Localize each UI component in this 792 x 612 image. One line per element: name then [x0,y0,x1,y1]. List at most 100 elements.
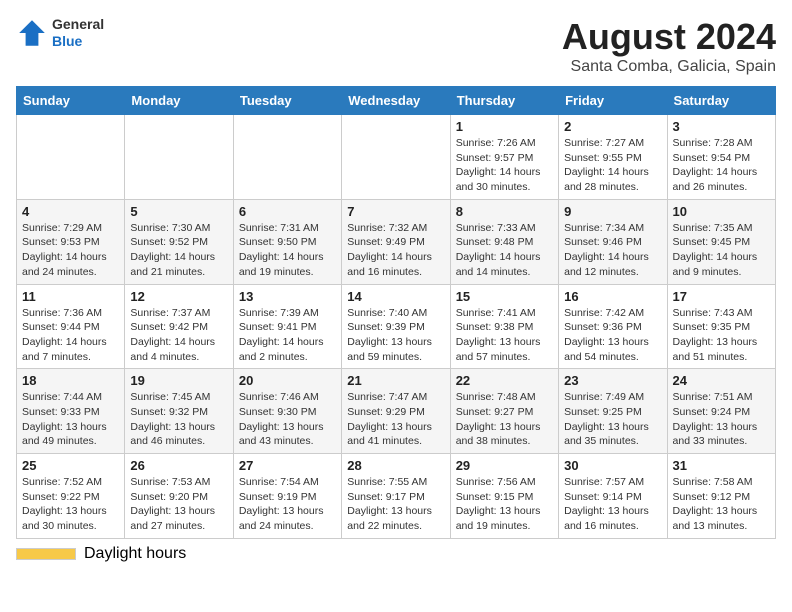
calendar-cell: 19 Sunrise: 7:45 AMSunset: 9:32 PMDayligh… [125,369,233,454]
calendar-cell: 23 Sunrise: 7:49 AMSunset: 9:25 PMDayligh… [559,369,667,454]
day-info: Sunrise: 7:41 AMSunset: 9:38 PMDaylight:… [456,306,553,365]
calendar-cell [17,115,125,200]
calendar-dow-friday: Friday [559,87,667,115]
header: General Blue August 2024 Santa Comba, Ga… [16,16,776,76]
day-info: Sunrise: 7:37 AMSunset: 9:42 PMDaylight:… [130,306,227,365]
daylight-bar-icon [16,548,76,560]
day-info: Sunrise: 7:56 AMSunset: 9:15 PMDaylight:… [456,475,553,534]
day-number: 23 [564,373,661,388]
calendar-title: August 2024 [562,16,776,58]
day-number: 1 [456,119,553,134]
day-number: 28 [347,458,444,473]
calendar-dow-sunday: Sunday [17,87,125,115]
calendar-cell: 30 Sunrise: 7:57 AMSunset: 9:14 PMDayligh… [559,454,667,539]
day-info: Sunrise: 7:43 AMSunset: 9:35 PMDaylight:… [673,306,770,365]
day-number: 5 [130,204,227,219]
logo-text: General Blue [52,16,104,50]
day-info: Sunrise: 7:49 AMSunset: 9:25 PMDaylight:… [564,390,661,449]
day-info: Sunrise: 7:54 AMSunset: 9:19 PMDaylight:… [239,475,336,534]
calendar-subtitle: Santa Comba, Galicia, Spain [562,58,776,76]
calendar-cell: 18Sunrise: 7:44 AMSunset: 9:33 PMDayligh… [17,369,125,454]
day-info: Sunrise: 7:58 AMSunset: 9:12 PMDaylight:… [673,475,770,534]
day-number: 12 [130,289,227,304]
calendar-header-row: SundayMondayTuesdayWednesdayThursdayFrid… [17,87,776,115]
calendar-cell: 17 Sunrise: 7:43 AMSunset: 9:35 PMDayligh… [667,284,775,369]
calendar-cell: 31Sunrise: 7:58 AMSunset: 9:12 PMDayligh… [667,454,775,539]
calendar-cell: 5 Sunrise: 7:30 AMSunset: 9:52 PMDaylight… [125,199,233,284]
calendar-cell: 25 Sunrise: 7:52 AMSunset: 9:22 PMDayligh… [17,454,125,539]
day-number: 7 [347,204,444,219]
calendar-cell: 24 Sunrise: 7:51 AMSunset: 9:24 PMDayligh… [667,369,775,454]
day-info: Sunrise: 7:47 AMSunset: 9:29 PMDaylight:… [347,390,444,449]
calendar-dow-saturday: Saturday [667,87,775,115]
logo-blue: Blue [52,33,104,50]
calendar-cell: 20Sunrise: 7:46 AMSunset: 9:30 PMDayligh… [233,369,341,454]
day-info: Sunrise: 7:26 AMSunset: 9:57 PMDaylight:… [456,136,553,195]
calendar-cell: 13 Sunrise: 7:39 AMSunset: 9:41 PMDayligh… [233,284,341,369]
day-info: Sunrise: 7:34 AMSunset: 9:46 PMDaylight:… [564,221,661,280]
calendar-cell: 14 Sunrise: 7:40 AMSunset: 9:39 PMDayligh… [342,284,450,369]
calendar-cell: 21 Sunrise: 7:47 AMSunset: 9:29 PMDayligh… [342,369,450,454]
day-info: Sunrise: 7:42 AMSunset: 9:36 PMDaylight:… [564,306,661,365]
day-number: 24 [673,373,770,388]
calendar-cell [342,115,450,200]
calendar-cell: 6Sunrise: 7:31 AMSunset: 9:50 PMDaylight… [233,199,341,284]
logo-general: General [52,16,104,33]
day-number: 21 [347,373,444,388]
day-number: 3 [673,119,770,134]
day-number: 15 [456,289,553,304]
day-info: Sunrise: 7:51 AMSunset: 9:24 PMDaylight:… [673,390,770,449]
logo: General Blue [16,16,104,50]
calendar-cell: 1 Sunrise: 7:26 AMSunset: 9:57 PMDaylight… [450,115,558,200]
title-area: August 2024 Santa Comba, Galicia, Spain [562,16,776,76]
day-number: 14 [347,289,444,304]
day-number: 27 [239,458,336,473]
day-number: 11 [22,289,119,304]
day-info: Sunrise: 7:53 AMSunset: 9:20 PMDaylight:… [130,475,227,534]
calendar-cell: 2Sunrise: 7:27 AMSunset: 9:55 PMDaylight… [559,115,667,200]
calendar-dow-tuesday: Tuesday [233,87,341,115]
day-number: 16 [564,289,661,304]
calendar-week-row: 25 Sunrise: 7:52 AMSunset: 9:22 PMDayligh… [17,454,776,539]
calendar-week-row: 4 Sunrise: 7:29 AMSunset: 9:53 PMDaylight… [17,199,776,284]
day-info: Sunrise: 7:57 AMSunset: 9:14 PMDaylight:… [564,475,661,534]
calendar-cell: 22 Sunrise: 7:48 AMSunset: 9:27 PMDayligh… [450,369,558,454]
calendar-dow-thursday: Thursday [450,87,558,115]
day-number: 26 [130,458,227,473]
day-number: 19 [130,373,227,388]
day-number: 8 [456,204,553,219]
calendar-week-row: 18Sunrise: 7:44 AMSunset: 9:33 PMDayligh… [17,369,776,454]
day-info: Sunrise: 7:40 AMSunset: 9:39 PMDaylight:… [347,306,444,365]
day-info: Sunrise: 7:35 AMSunset: 9:45 PMDaylight:… [673,221,770,280]
calendar-dow-monday: Monday [125,87,233,115]
day-info: Sunrise: 7:45 AMSunset: 9:32 PMDaylight:… [130,390,227,449]
day-info: Sunrise: 7:48 AMSunset: 9:27 PMDaylight:… [456,390,553,449]
calendar-cell: 15 Sunrise: 7:41 AMSunset: 9:38 PMDayligh… [450,284,558,369]
day-number: 25 [22,458,119,473]
day-info: Sunrise: 7:33 AMSunset: 9:48 PMDaylight:… [456,221,553,280]
day-info: Sunrise: 7:30 AMSunset: 9:52 PMDaylight:… [130,221,227,280]
logo-icon [16,17,48,49]
calendar-cell: 16 Sunrise: 7:42 AMSunset: 9:36 PMDayligh… [559,284,667,369]
daylight-label: Daylight hours [84,545,186,563]
day-number: 22 [456,373,553,388]
day-info: Sunrise: 7:39 AMSunset: 9:41 PMDaylight:… [239,306,336,365]
day-number: 20 [239,373,336,388]
day-number: 2 [564,119,661,134]
day-number: 17 [673,289,770,304]
calendar-cell: 7Sunrise: 7:32 AMSunset: 9:49 PMDaylight… [342,199,450,284]
calendar-cell: 27 Sunrise: 7:54 AMSunset: 9:19 PMDayligh… [233,454,341,539]
day-number: 18 [22,373,119,388]
day-info: Sunrise: 7:28 AMSunset: 9:54 PMDaylight:… [673,136,770,195]
calendar-cell: 8 Sunrise: 7:33 AMSunset: 9:48 PMDaylight… [450,199,558,284]
calendar-dow-wednesday: Wednesday [342,87,450,115]
day-number: 13 [239,289,336,304]
day-number: 30 [564,458,661,473]
day-info: Sunrise: 7:52 AMSunset: 9:22 PMDaylight:… [22,475,119,534]
day-info: Sunrise: 7:55 AMSunset: 9:17 PMDaylight:… [347,475,444,534]
day-number: 4 [22,204,119,219]
calendar-week-row: 1 Sunrise: 7:26 AMSunset: 9:57 PMDaylight… [17,115,776,200]
day-number: 10 [673,204,770,219]
day-number: 6 [239,204,336,219]
day-info: Sunrise: 7:29 AMSunset: 9:53 PMDaylight:… [22,221,119,280]
